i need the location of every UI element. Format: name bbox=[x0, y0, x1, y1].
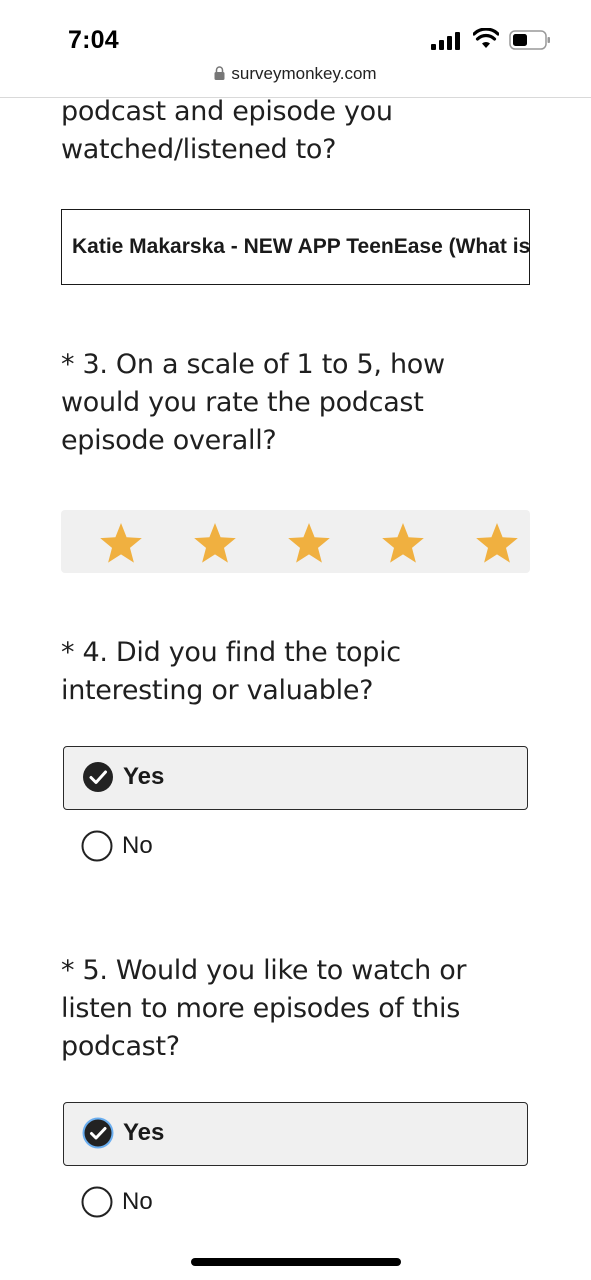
status-time: 7:04 bbox=[68, 26, 119, 54]
question-4-option-no[interactable]: No bbox=[63, 816, 528, 880]
star-icon[interactable] bbox=[287, 522, 331, 564]
question-4-option-yes[interactable]: Yes bbox=[63, 746, 528, 810]
star-icon[interactable] bbox=[381, 522, 425, 564]
lock-icon bbox=[214, 66, 225, 80]
question-5-text: * 5. Would you like to watch or listen t… bbox=[61, 955, 467, 1062]
question-5-option-yes[interactable]: Yes bbox=[63, 1102, 528, 1166]
radio-circle-icon bbox=[81, 830, 113, 862]
star-icon[interactable] bbox=[475, 522, 519, 564]
url-text: surveymonkey.com bbox=[231, 64, 377, 83]
question-3-text: * 3. On a scale of 1 to 5, how would you… bbox=[61, 349, 445, 456]
star-icon[interactable] bbox=[193, 522, 237, 564]
home-indicator[interactable] bbox=[191, 1258, 401, 1266]
question-2-answer-field[interactable]: Katie Makarska - NEW APP TeenEase (What … bbox=[61, 209, 530, 285]
status-bar: 7:04 bbox=[0, 0, 591, 62]
question-4-text: * 4. Did you find the topic interesting … bbox=[61, 637, 401, 706]
star-rating bbox=[61, 510, 530, 573]
option-label: Yes bbox=[123, 763, 165, 790]
star-icon[interactable] bbox=[99, 522, 143, 564]
checked-circle-icon bbox=[83, 762, 113, 792]
question-5-option-no[interactable]: No bbox=[63, 1172, 528, 1236]
option-label: No bbox=[122, 1188, 153, 1215]
battery-icon bbox=[509, 30, 550, 50]
radio-circle-icon bbox=[81, 1186, 113, 1218]
survey-content: podcast and episode you watched/listened… bbox=[61, 98, 531, 1248]
checked-circle-icon bbox=[82, 1117, 114, 1149]
wifi-icon bbox=[473, 28, 499, 48]
signal-icon bbox=[431, 32, 460, 50]
option-label: Yes bbox=[123, 1119, 165, 1146]
option-label: No bbox=[122, 832, 153, 859]
question-2-text: podcast and episode you watched/listened… bbox=[61, 98, 393, 165]
address-bar[interactable]: surveymonkey.com bbox=[0, 62, 591, 98]
